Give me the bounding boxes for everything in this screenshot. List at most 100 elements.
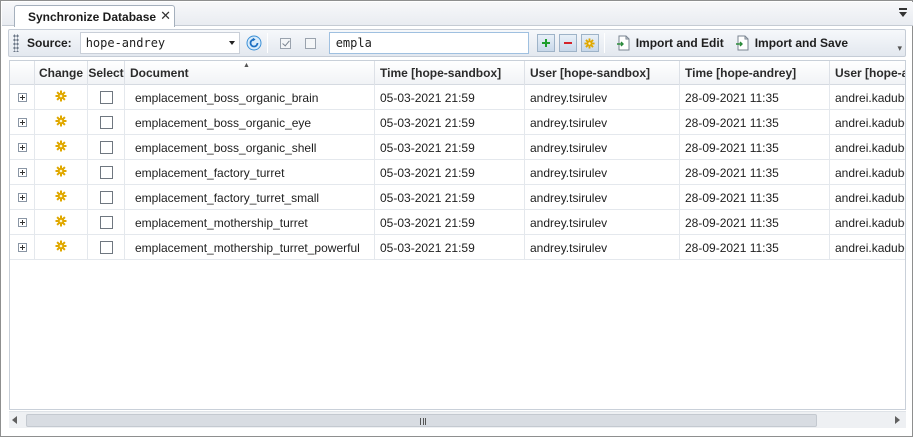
header-select[interactable]: Select (88, 61, 125, 85)
select-cell (88, 135, 125, 160)
import-and-save-label: Import and Save (754, 36, 849, 50)
row-select-checkbox[interactable] (99, 141, 113, 154)
header-expander (10, 61, 35, 85)
table-row[interactable]: emplacement_factory_turret_small 05-03-20… (10, 185, 905, 210)
scroll-left-icon[interactable] (12, 416, 17, 424)
table-row[interactable]: emplacement_boss_organic_shell 05-03-2021… (10, 135, 905, 160)
window-menu-icon[interactable] (898, 7, 908, 19)
expand-plus-icon[interactable] (17, 168, 27, 177)
grid-header: Change Select Document ▲ Time [hope-sand… (10, 61, 905, 85)
filter-input[interactable] (328, 32, 529, 54)
changed-icon (584, 37, 595, 49)
show-added-button[interactable] (536, 34, 555, 52)
user-sandbox-cell: andrey.tsirulev (525, 235, 680, 260)
user-andrey-cell: andrei.kadubovskii (830, 185, 905, 210)
header-document-label: Document (130, 66, 189, 80)
show-changed-button[interactable] (580, 34, 599, 52)
toolbar-grip-icon[interactable] (13, 34, 19, 52)
header-user-sandbox[interactable]: User [hope-sandbox] (525, 61, 680, 85)
user-andrey-cell: andrei.kadubovskii (830, 135, 905, 160)
select-none-checkbox[interactable] (304, 37, 316, 49)
user-andrey-cell: andrei.kadubovskii (830, 160, 905, 185)
change-cell (35, 135, 88, 160)
document-cell: emplacement_factory_turret (125, 160, 375, 185)
row-select-checkbox[interactable] (99, 116, 113, 129)
change-cell (35, 210, 88, 235)
row-expander-cell (10, 160, 35, 185)
tab-synchronize-database[interactable]: Synchronize Database ✕ (14, 5, 176, 27)
plus-icon (541, 39, 550, 47)
table-row[interactable]: emplacement_boss_organic_brain 05-03-2021… (10, 85, 905, 110)
user-andrey-cell: andrei.kadubovskii (830, 110, 905, 135)
document-cell: emplacement_boss_organic_brain (125, 85, 375, 110)
expand-plus-icon[interactable] (17, 193, 27, 202)
expand-plus-icon[interactable] (17, 218, 27, 227)
show-removed-button[interactable] (558, 34, 577, 52)
sort-ascending-icon: ▲ (243, 62, 250, 69)
document-cell: emplacement_boss_organic_eye (125, 110, 375, 135)
time-sandbox-cell: 05-03-2021 21:59 (375, 185, 525, 210)
refresh-icon[interactable] (246, 35, 262, 51)
import-and-save-button[interactable]: Import and Save (735, 35, 848, 51)
header-time-andrey[interactable]: Time [hope-andrey] (680, 61, 830, 85)
change-cell (35, 110, 88, 135)
user-andrey-cell: andrei.kadubovskii (830, 210, 905, 235)
header-document[interactable]: Document ▲ (125, 61, 375, 85)
toolbar: Source: hope-andrey empla Import and Edi… (8, 29, 906, 57)
import-and-edit-button[interactable]: Import and Edit (616, 35, 724, 51)
change-cell (35, 160, 88, 185)
time-andrey-cell: 28-09-2021 11:35 (680, 235, 830, 260)
changed-icon (55, 215, 67, 230)
horizontal-scrollbar[interactable] (9, 411, 906, 428)
time-sandbox-cell: 05-03-2021 21:59 (375, 235, 525, 260)
time-andrey-cell: 28-09-2021 11:35 (680, 160, 830, 185)
changed-icon (55, 90, 67, 105)
toolbar-overflow-icon[interactable]: ▾ (897, 44, 902, 54)
select-cell (88, 160, 125, 185)
expand-plus-icon[interactable] (17, 93, 27, 102)
row-expander-cell (10, 210, 35, 235)
source-label: Source: (27, 36, 72, 50)
row-select-checkbox[interactable] (99, 191, 113, 204)
user-sandbox-cell: andrey.tsirulev (525, 135, 680, 160)
header-user-andrey[interactable]: User [hope-andrey] (830, 61, 905, 85)
row-select-checkbox[interactable] (99, 241, 113, 254)
select-cell (88, 110, 125, 135)
document-cell: emplacement_factory_turret_small (125, 185, 375, 210)
expand-plus-icon[interactable] (17, 143, 27, 152)
header-time-sandbox[interactable]: Time [hope-sandbox] (375, 61, 525, 85)
select-all-checkbox[interactable] (279, 37, 291, 49)
table-row[interactable]: emplacement_mothership_turret_powerful 05… (10, 235, 905, 260)
table-row[interactable]: emplacement_factory_turret 05-03-2021 21:… (10, 160, 905, 185)
user-andrey-cell: andrei.kadubovskii (830, 235, 905, 260)
change-cell (35, 185, 88, 210)
row-select-checkbox[interactable] (99, 166, 113, 179)
scrollbar-thumb[interactable] (26, 414, 817, 427)
user-andrey-cell: andrei.kadubovskii (830, 85, 905, 110)
close-icon[interactable]: ✕ (160, 8, 171, 24)
toolbar-separator (603, 33, 605, 53)
row-select-checkbox[interactable] (99, 216, 113, 229)
header-change[interactable]: Change (35, 61, 88, 85)
grid-rows: emplacement_boss_organic_brain 05-03-2021… (10, 85, 905, 260)
expand-plus-icon[interactable] (17, 118, 27, 127)
time-andrey-cell: 28-09-2021 11:35 (680, 135, 830, 160)
table-row[interactable]: emplacement_boss_organic_eye 05-03-2021 2… (10, 110, 905, 135)
time-andrey-cell: 28-09-2021 11:35 (680, 210, 830, 235)
expand-plus-icon[interactable] (17, 243, 27, 252)
source-dropdown[interactable]: hope-andrey (79, 32, 240, 54)
changed-icon (55, 190, 67, 205)
table-row[interactable]: emplacement_mothership_turret 05-03-2021 … (10, 210, 905, 235)
time-andrey-cell: 28-09-2021 11:35 (680, 85, 830, 110)
change-cell (35, 235, 88, 260)
time-andrey-cell: 28-09-2021 11:35 (680, 185, 830, 210)
scroll-right-icon[interactable] (895, 416, 900, 424)
time-sandbox-cell: 05-03-2021 21:59 (375, 160, 525, 185)
document-cell: emplacement_mothership_turret_powerful (125, 235, 375, 260)
row-expander-cell (10, 85, 35, 110)
user-sandbox-cell: andrey.tsirulev (525, 110, 680, 135)
change-cell (35, 85, 88, 110)
changed-icon (55, 115, 67, 130)
row-select-checkbox[interactable] (99, 91, 113, 104)
grip-icon (420, 418, 426, 425)
